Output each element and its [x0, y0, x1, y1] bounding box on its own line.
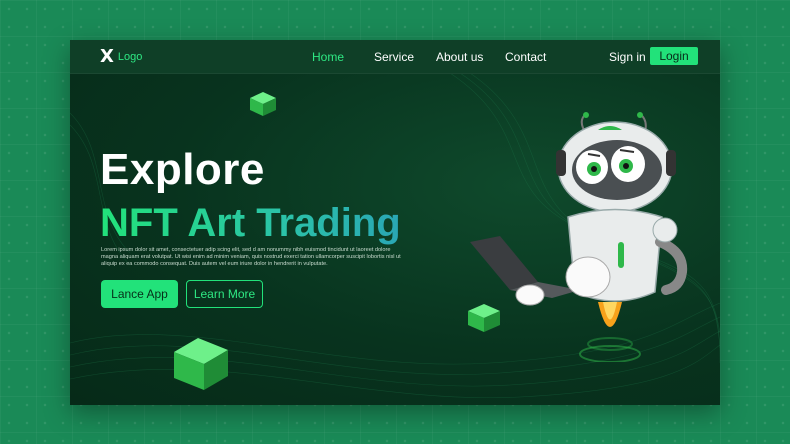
hero-title-line2: NFT Art Trading	[100, 201, 401, 245]
hero-description: Lorem ipsum dolor sit amet, consectetuer…	[101, 247, 401, 267]
logo-text: Logo	[117, 51, 143, 63]
nav-item-about[interactable]: About us	[436, 50, 483, 64]
login-button[interactable]: Login	[650, 47, 698, 65]
nav-item-home[interactable]: Home	[312, 50, 344, 64]
signin-link[interactable]: Sign in	[609, 50, 646, 64]
learn-more-button[interactable]: Learn More	[186, 280, 263, 308]
logo-x-icon: X	[100, 46, 114, 67]
navbar: X Logo Home Service About us Contact Sig…	[70, 40, 720, 74]
nav-item-service[interactable]: Service	[374, 50, 414, 64]
landing-page-frame: X Logo Home Service About us Contact Sig…	[70, 40, 720, 405]
cube-icon	[174, 338, 228, 390]
launch-app-button[interactable]: Lance App	[101, 280, 178, 308]
robot-illustration	[470, 112, 688, 362]
nav-item-contact[interactable]: Contact	[505, 50, 546, 64]
brand-logo[interactable]: X Logo	[100, 48, 142, 66]
cube-icon	[250, 92, 276, 116]
hero-title-line1: Explore	[100, 145, 265, 194]
